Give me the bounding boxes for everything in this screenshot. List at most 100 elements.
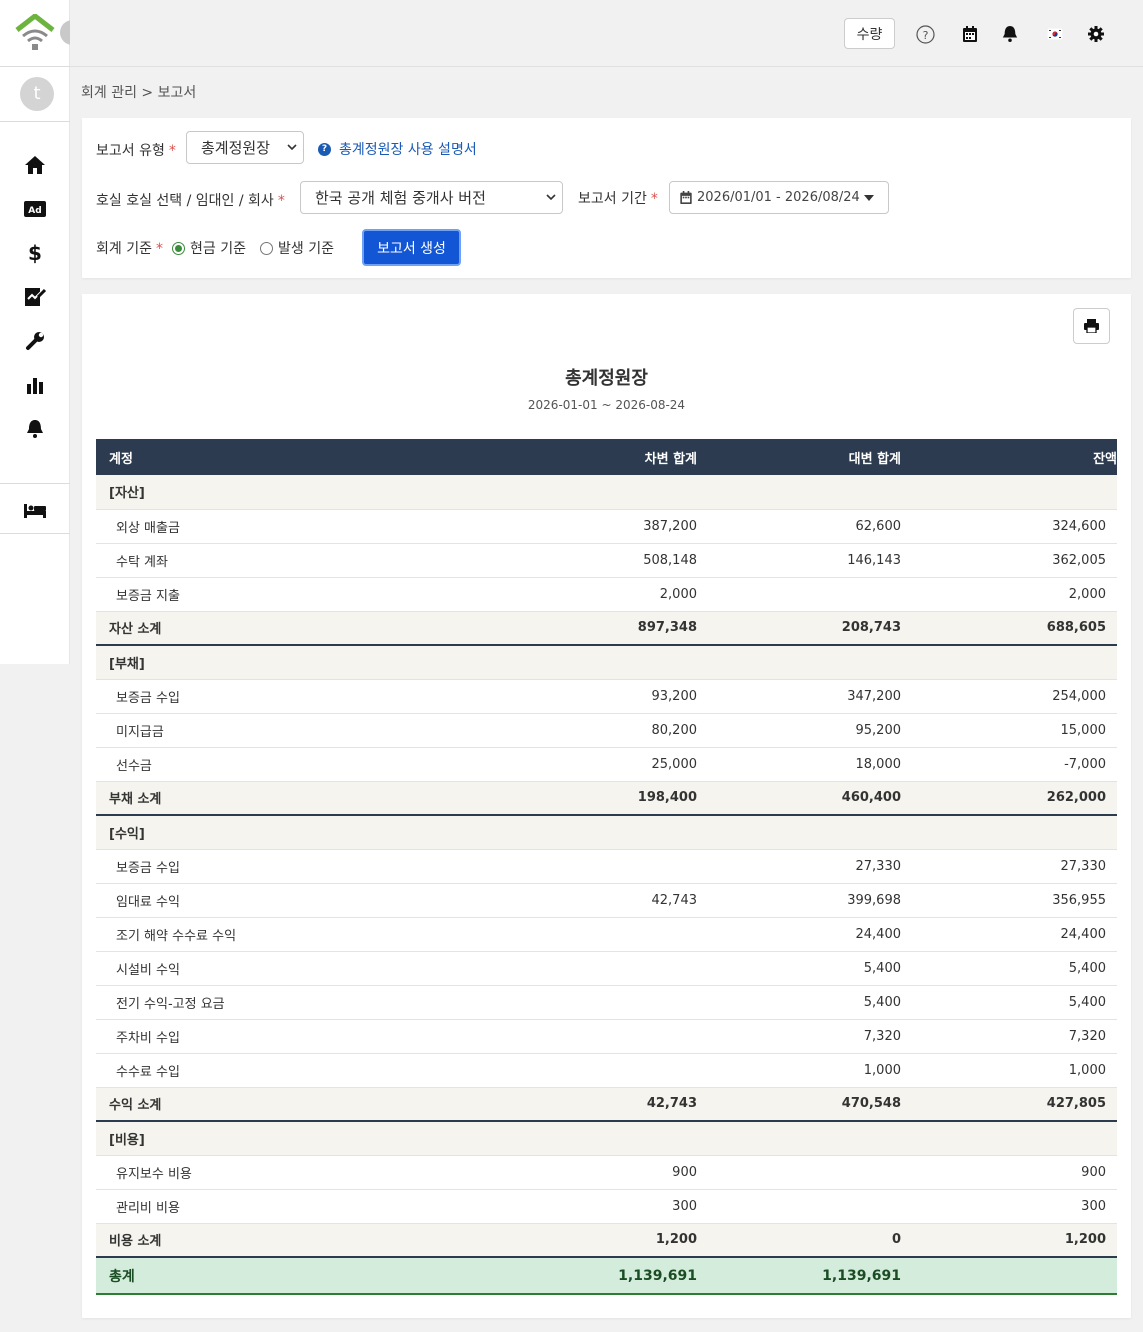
account-name: 보증금 수입 <box>96 849 496 884</box>
basis-accrual-label: 발생 기준 <box>278 241 334 257</box>
korea-flag-icon[interactable] <box>1045 24 1065 44</box>
help-manual-link[interactable]: ? 총계정원장 사용 설명서 <box>318 139 477 159</box>
credit-cell: 95,200 <box>697 713 901 748</box>
breadcrumb: 회계 관리 > 보고서 <box>81 85 197 101</box>
contract-icon[interactable] <box>22 284 48 310</box>
subtotal-label: 자산 소계 <box>96 611 496 646</box>
logo[interactable] <box>14 13 56 52</box>
balance-cell: -7,000 <box>901 747 1117 782</box>
balance-cell: 5,400 <box>901 985 1117 1020</box>
column-header-balance: 잔액 <box>901 439 1117 475</box>
credit-cell: 24,400 <box>697 917 901 952</box>
quantity-button[interactable]: 수량 <box>844 18 895 49</box>
credit-cell <box>697 577 901 612</box>
generate-report-label: 보고서 생성 <box>377 240 446 257</box>
sidebar-divider <box>0 121 70 122</box>
column-header-debit: 차변 합계 <box>496 439 697 475</box>
subtotal-balance: 688,605 <box>901 611 1117 646</box>
account-name: 보증금 수입 <box>96 679 496 714</box>
balance-cell: 7,320 <box>901 1019 1117 1054</box>
balance-cell: 300 <box>901 1189 1117 1224</box>
account-name: 시설비 수익 <box>96 951 496 986</box>
credit-cell: 5,400 <box>697 951 901 986</box>
table-row: 관리비 비용 300 300 <box>96 1189 1117 1224</box>
account-name: 선수금 <box>96 747 496 782</box>
balance-cell: 27,330 <box>901 849 1117 884</box>
subtotal-credit: 208,743 <box>697 611 901 646</box>
subtotal-debit: 198,400 <box>496 781 697 816</box>
table-row: 임대료 수익 42,743 399,698 356,955 <box>96 883 1117 918</box>
target-select[interactable]: 한국 공개 체험 중개사 버전 <box>300 181 563 214</box>
balance-cell: 900 <box>901 1155 1117 1190</box>
quantity-button-label: 수량 <box>856 26 883 43</box>
sidebar: t Ad $ <box>0 0 70 664</box>
topbar: 수량 ? <box>70 0 1143 67</box>
credit-cell: 27,330 <box>697 849 901 884</box>
basis-accrual-radio[interactable]: 발생 기준 <box>260 238 334 258</box>
subtotal-label: 비용 소계 <box>96 1223 496 1258</box>
generate-report-button[interactable]: 보고서 생성 <box>362 229 461 266</box>
debit-cell: 42,743 <box>496 883 697 918</box>
print-button[interactable] <box>1073 308 1110 344</box>
notification-bell-icon[interactable] <box>1000 24 1020 44</box>
credit-cell: 5,400 <box>697 985 901 1020</box>
credit-cell <box>697 1155 901 1190</box>
basis-label: 회계 기준 * <box>96 241 163 257</box>
basis-cash-radio[interactable]: 현금 기준 <box>172 238 246 258</box>
debit-cell: 900 <box>496 1155 697 1190</box>
balance-cell: 15,000 <box>901 713 1117 748</box>
table-row: 보증금 수입 27,330 27,330 <box>96 849 1117 884</box>
credit-cell: 1,000 <box>697 1053 901 1088</box>
grand-total-balance <box>901 1256 1117 1295</box>
table-row: 선수금 25,000 18,000 -7,000 <box>96 747 1117 782</box>
bed-icon[interactable] <box>22 498 48 524</box>
calendar-icon[interactable] <box>960 24 980 44</box>
debit-cell: 387,200 <box>496 509 697 544</box>
subtotal-row: 수익 소계 42,743 470,548 427,805 <box>96 1087 1117 1122</box>
wrench-icon[interactable] <box>22 328 48 354</box>
caret-down-icon <box>863 194 874 201</box>
report-type-label: 보고서 유형 * <box>96 143 176 159</box>
radio-unchecked-icon <box>260 241 273 255</box>
svg-text:$: $ <box>28 242 42 264</box>
subtotal-row: 부채 소계 198,400 460,400 262,000 <box>96 781 1117 816</box>
bell-icon[interactable] <box>22 416 48 442</box>
column-header-credit: 대변 합계 <box>697 439 901 475</box>
bar-chart-icon[interactable] <box>22 372 48 398</box>
home-icon[interactable] <box>22 152 48 178</box>
debit-cell: 508,148 <box>496 543 697 578</box>
column-header-account: 계정 <box>96 439 496 475</box>
subtotal-debit: 42,743 <box>496 1087 697 1122</box>
table-row: 미지급금 80,200 95,200 15,000 <box>96 713 1117 748</box>
credit-cell: 146,143 <box>697 543 901 578</box>
table-row: 주차비 수입 7,320 7,320 <box>96 1019 1117 1054</box>
account-name: 주차비 수입 <box>96 1019 496 1054</box>
debit-cell <box>496 951 697 986</box>
debit-cell: 80,200 <box>496 713 697 748</box>
report-type-select[interactable]: 총계정원장 <box>186 131 304 164</box>
table-header-row: 계정 차변 합계 대변 합계 잔액 <box>96 439 1117 475</box>
table-row: 시설비 수익 5,400 5,400 <box>96 951 1117 986</box>
balance-cell: 356,955 <box>901 883 1117 918</box>
balance-cell: 24,400 <box>901 917 1117 952</box>
grand-total-row: 총계 1,139,691 1,139,691 <box>96 1256 1117 1295</box>
date-range-picker[interactable]: 2026/01/01 - 2026/08/24 <box>669 181 889 214</box>
ad-icon[interactable]: Ad <box>22 196 48 222</box>
credit-cell: 347,200 <box>697 679 901 714</box>
subtotal-credit: 460,400 <box>697 781 901 816</box>
help-icon[interactable]: ? <box>915 24 935 44</box>
gear-icon[interactable] <box>1086 24 1106 44</box>
svg-text:Ad: Ad <box>28 206 41 216</box>
dollar-icon[interactable]: $ <box>22 240 48 266</box>
account-name: 보증금 지출 <box>96 577 496 612</box>
radio-checked-icon <box>172 241 185 255</box>
debit-cell: 300 <box>496 1189 697 1224</box>
account-name: 유지보수 비용 <box>96 1155 496 1190</box>
credit-cell: 18,000 <box>697 747 901 782</box>
grand-total-credit: 1,139,691 <box>697 1256 901 1295</box>
balance-cell: 1,000 <box>901 1053 1117 1088</box>
period-label: 보고서 기간 * <box>578 191 658 207</box>
report-type-value: 총계정원장 <box>201 139 271 157</box>
target-label: 호실 호실 선택 / 임대인 / 회사 * <box>96 193 285 209</box>
avatar[interactable]: t <box>20 77 54 111</box>
